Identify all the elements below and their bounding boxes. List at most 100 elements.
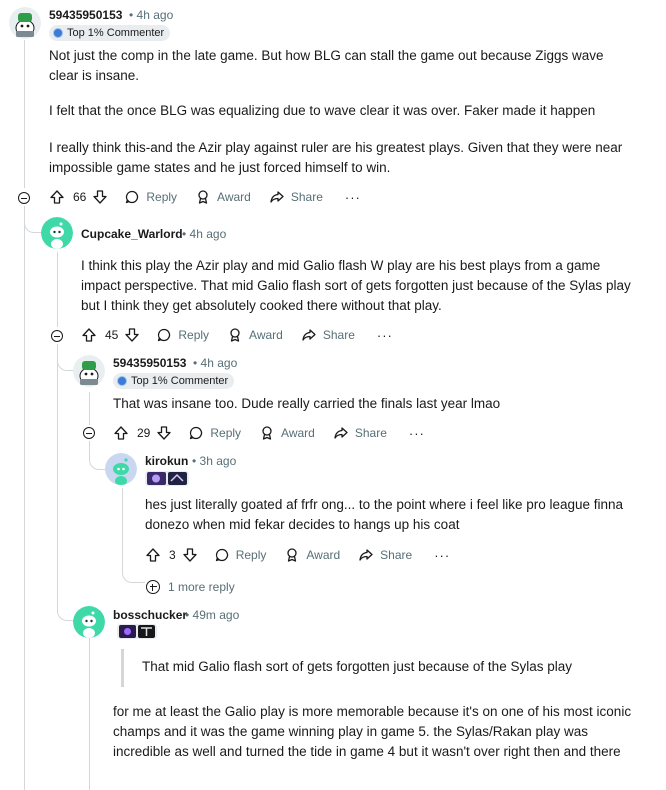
share-icon bbox=[270, 191, 284, 203]
reply-icon bbox=[158, 328, 171, 342]
share-icon bbox=[302, 329, 316, 341]
more-options-button[interactable]: ··· bbox=[377, 328, 393, 343]
downvote-button[interactable] bbox=[182, 547, 198, 563]
thread-elbow bbox=[57, 590, 74, 621]
award-icon bbox=[230, 328, 240, 342]
downvote-icon bbox=[183, 548, 197, 562]
snoo-avatar-icon bbox=[9, 7, 41, 39]
comment-author[interactable]: bosschucker bbox=[113, 608, 187, 622]
time-text: 4h ago bbox=[136, 8, 174, 22]
thread-line-level2-b[interactable] bbox=[89, 638, 90, 790]
upvote-icon bbox=[114, 426, 128, 440]
award-button[interactable]: Award bbox=[284, 547, 340, 563]
user-flair-icon bbox=[117, 624, 157, 639]
upvote-icon bbox=[146, 548, 160, 562]
award-icon bbox=[287, 548, 298, 562]
award-button[interactable]: Award bbox=[259, 425, 315, 441]
avatar[interactable] bbox=[41, 217, 73, 249]
comment-paragraph: I felt that the once BLG was equalizing … bbox=[49, 103, 596, 118]
comment-author[interactable]: kirokun bbox=[145, 454, 188, 468]
award-button[interactable]: Award bbox=[227, 327, 283, 343]
vote-count: 66 bbox=[73, 190, 87, 204]
thread-line-level1[interactable] bbox=[57, 252, 58, 327]
downvote-icon bbox=[157, 426, 172, 440]
vote-count: 45 bbox=[105, 328, 119, 342]
avatar[interactable] bbox=[105, 453, 137, 485]
downvote-button[interactable] bbox=[124, 327, 140, 343]
thread-line-level3[interactable] bbox=[122, 488, 123, 568]
downvote-icon bbox=[125, 328, 140, 342]
thread-elbow bbox=[24, 206, 41, 233]
comment-timestamp[interactable]: • 49m ago bbox=[185, 608, 239, 622]
avatar[interactable] bbox=[73, 355, 105, 387]
downvote-button[interactable] bbox=[92, 189, 108, 205]
upvote-button[interactable] bbox=[49, 189, 65, 205]
meta-separator: • bbox=[193, 356, 198, 370]
share-button[interactable]: Share bbox=[358, 547, 412, 563]
share-label: Share bbox=[322, 328, 355, 342]
share-button[interactable]: Share bbox=[333, 425, 387, 441]
share-button[interactable]: Share bbox=[269, 189, 323, 205]
thread-line-root-lower[interactable] bbox=[24, 206, 25, 790]
comment-action-bar: 45 Reply Award Share ··· bbox=[81, 324, 393, 346]
collapse-thread-button[interactable] bbox=[18, 192, 30, 204]
share-label: Share bbox=[380, 548, 413, 562]
badge-icon bbox=[117, 376, 127, 386]
comment-author[interactable]: Cupcake_Warlord bbox=[81, 227, 183, 241]
downvote-icon bbox=[93, 190, 108, 204]
expand-icon bbox=[146, 580, 160, 594]
comment-paragraph: That was insane too. Dude really carried… bbox=[113, 396, 501, 411]
thread-line-level1-lower[interactable] bbox=[57, 344, 58, 610]
comment-timestamp[interactable]: • 4h ago bbox=[182, 227, 226, 241]
badge-label: Top 1% Commenter bbox=[67, 27, 165, 39]
award-icon bbox=[198, 190, 208, 204]
reply-icon bbox=[190, 426, 203, 440]
comment-action-bar: 29 Reply Award Share ··· bbox=[113, 422, 425, 444]
avatar[interactable] bbox=[73, 606, 105, 638]
share-label: Share bbox=[354, 426, 387, 440]
snoo-avatar-icon bbox=[73, 355, 105, 387]
downvote-button[interactable] bbox=[156, 425, 172, 441]
avatar[interactable] bbox=[9, 7, 41, 39]
more-options-button[interactable]: ··· bbox=[409, 426, 425, 441]
share-label: Share bbox=[290, 190, 323, 204]
comment-author[interactable]: 59435950153 bbox=[49, 8, 122, 22]
time-text: 49m ago bbox=[192, 608, 240, 622]
more-replies-button[interactable]: 1 more reply bbox=[146, 580, 235, 594]
award-icon bbox=[262, 426, 272, 440]
reply-button[interactable]: Reply bbox=[124, 189, 177, 205]
upvote-button[interactable] bbox=[113, 425, 129, 441]
comment-timestamp[interactable]: • 3h ago bbox=[192, 454, 236, 468]
share-icon bbox=[359, 549, 373, 561]
reply-label: Reply bbox=[210, 426, 242, 440]
comment-paragraph: Not just the comp in the late game. But … bbox=[49, 48, 604, 83]
more-options-button[interactable]: ··· bbox=[434, 548, 450, 563]
collapse-thread-button[interactable] bbox=[83, 427, 95, 439]
comment-author[interactable]: 59435950153 bbox=[113, 356, 186, 370]
snoo-avatar-icon bbox=[41, 217, 73, 249]
reply-button[interactable]: Reply bbox=[188, 425, 241, 441]
reply-label: Reply bbox=[235, 548, 267, 562]
collapse-thread-button[interactable] bbox=[51, 330, 63, 342]
meta-separator: • bbox=[129, 8, 134, 22]
comment-paragraph: I really think this-and the Azir play ag… bbox=[49, 140, 623, 175]
reply-button[interactable]: Reply bbox=[156, 327, 209, 343]
blockquote-text: That mid Galio flash sort of gets forgot… bbox=[142, 659, 572, 674]
thread-line-root[interactable] bbox=[24, 40, 25, 188]
thread-line-level2[interactable] bbox=[89, 392, 90, 425]
reply-icon bbox=[215, 548, 228, 562]
vote-count: 3 bbox=[169, 548, 176, 562]
top-commenter-badge: Top 1% Commenter bbox=[49, 25, 171, 41]
award-label: Award bbox=[249, 328, 283, 342]
award-button[interactable]: Award bbox=[195, 189, 251, 205]
comment-timestamp[interactable]: • 4h ago bbox=[193, 356, 237, 370]
upvote-button[interactable] bbox=[145, 547, 161, 563]
reply-icon bbox=[126, 190, 139, 204]
reply-button[interactable]: Reply bbox=[214, 547, 267, 563]
upvote-button[interactable] bbox=[81, 327, 97, 343]
share-button[interactable]: Share bbox=[301, 327, 355, 343]
more-options-button[interactable]: ··· bbox=[345, 190, 361, 205]
comment-timestamp[interactable]: • 4h ago bbox=[129, 8, 173, 22]
thread-elbow bbox=[57, 344, 74, 371]
top-commenter-badge: Top 1% Commenter bbox=[113, 373, 235, 389]
